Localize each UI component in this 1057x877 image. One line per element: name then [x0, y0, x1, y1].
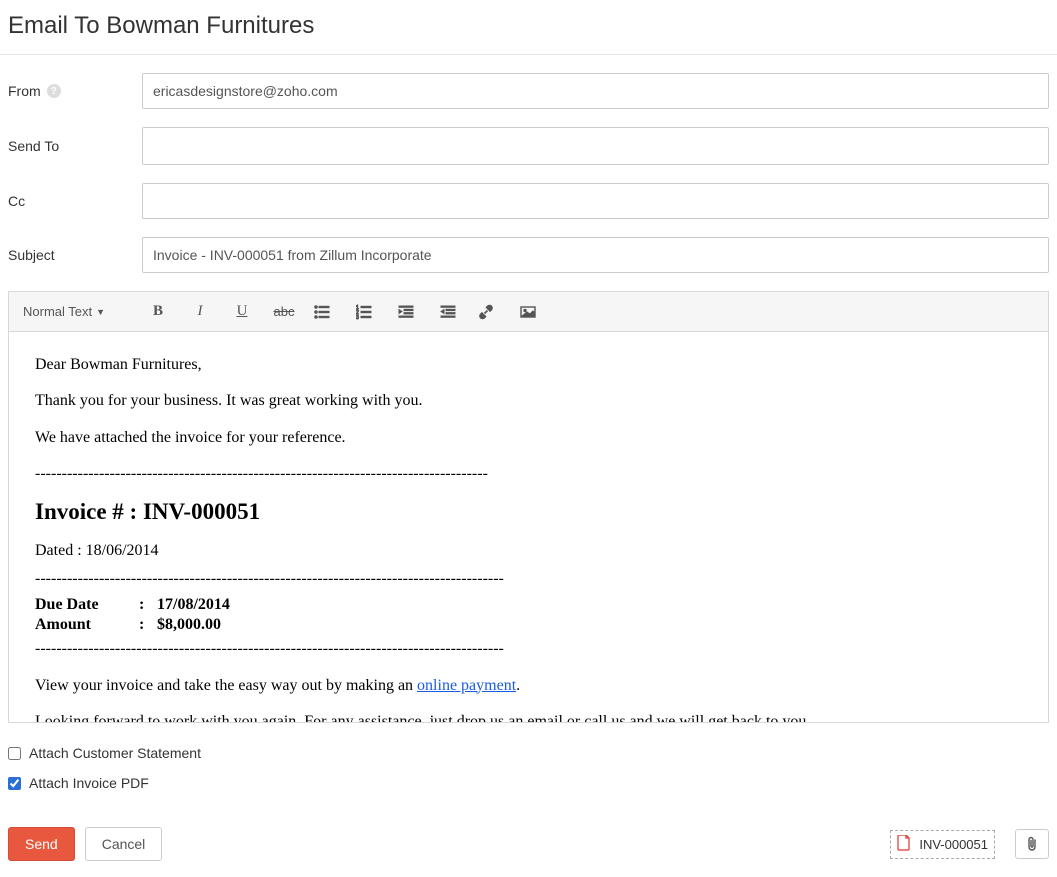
footer: Send Cancel INV-000051 [0, 805, 1057, 871]
page-title: Email To Bowman Furnitures [0, 0, 1057, 55]
unordered-list-button[interactable] [313, 303, 331, 321]
compose-header: From ? Send To Cc Subject [0, 55, 1057, 273]
sendto-input[interactable] [142, 127, 1049, 165]
strikethrough-button[interactable]: abc [275, 303, 293, 321]
sendto-label-text: Send To [8, 138, 59, 154]
body-closing: Looking forward to work with you again. … [35, 711, 1022, 722]
invoice-heading: Invoice # : INV-000051 [35, 496, 1022, 528]
link-button[interactable] [477, 303, 495, 321]
subject-input[interactable] [142, 237, 1049, 273]
paperclip-icon [1026, 836, 1038, 852]
editor: Normal Text ▼ B I U abc 123 [8, 291, 1049, 723]
help-icon[interactable]: ? [47, 84, 61, 98]
attach-invoice-row[interactable]: Attach Invoice PDF [8, 775, 1049, 791]
subject-label-text: Subject [8, 247, 55, 263]
due-date-label: Due Date [35, 595, 139, 616]
italic-button[interactable]: I [191, 303, 209, 321]
attachment-name: INV-000051 [919, 837, 988, 852]
image-button[interactable] [519, 303, 537, 321]
indent-button[interactable] [439, 303, 457, 321]
from-label-text: From [8, 83, 41, 99]
body-view-line: View your invoice and take the easy way … [35, 675, 1022, 697]
attach-statement-label: Attach Customer Statement [29, 745, 201, 761]
from-label: From ? [8, 83, 142, 99]
cancel-button[interactable]: Cancel [85, 827, 163, 861]
text-style-select[interactable]: Normal Text ▼ [23, 304, 123, 319]
online-payment-link[interactable]: online payment [417, 677, 516, 694]
attach-invoice-label: Attach Invoice PDF [29, 775, 149, 791]
body-greeting: Dear Bowman Furnitures, [35, 354, 1022, 376]
add-attachment-button[interactable] [1015, 829, 1049, 859]
attach-statement-checkbox[interactable] [8, 747, 21, 760]
due-date-value: 17/08/2014 [157, 595, 230, 616]
body-line1: Thank you for your business. It was grea… [35, 390, 1022, 412]
cc-label-text: Cc [8, 193, 25, 209]
body-line2: We have attached the invoice for your re… [35, 427, 1022, 449]
ordered-list-button[interactable]: 123 [355, 303, 373, 321]
underline-button[interactable]: U [233, 303, 251, 321]
bold-button[interactable]: B [149, 303, 167, 321]
pdf-icon [897, 835, 911, 854]
amount-row: Amount : $8,000.00 [35, 615, 1022, 636]
attach-statement-row[interactable]: Attach Customer Statement [8, 745, 1049, 761]
send-button[interactable]: Send [8, 827, 75, 861]
editor-body[interactable]: Dear Bowman Furnitures, Thank you for yo… [9, 332, 1048, 722]
cc-label: Cc [8, 193, 142, 209]
editor-toolbar: Normal Text ▼ B I U abc 123 [9, 292, 1048, 332]
view-pre: View your invoice and take the easy way … [35, 677, 417, 694]
outdent-button[interactable] [397, 303, 415, 321]
amount-value: $8,000.00 [157, 615, 221, 636]
svg-text:3: 3 [356, 315, 359, 320]
due-date-row: Due Date : 17/08/2014 [35, 595, 1022, 616]
body-separator-3: ----------------------------------------… [35, 638, 1022, 660]
from-input[interactable] [142, 73, 1049, 109]
text-style-label: Normal Text [23, 304, 92, 319]
attach-invoice-checkbox[interactable] [8, 777, 21, 790]
attach-options: Attach Customer Statement Attach Invoice… [0, 723, 1057, 791]
caret-down-icon: ▼ [96, 307, 105, 317]
attachment-chip[interactable]: INV-000051 [890, 830, 995, 859]
cc-input[interactable] [142, 183, 1049, 219]
invoice-dated: Dated : 18/06/2014 [35, 540, 1022, 562]
view-post: . [516, 677, 520, 694]
body-separator-2: ----------------------------------------… [35, 568, 1022, 590]
body-separator: ----------------------------------------… [35, 463, 1022, 485]
subject-label: Subject [8, 247, 142, 263]
amount-label: Amount [35, 615, 139, 636]
sendto-label: Send To [8, 138, 142, 154]
